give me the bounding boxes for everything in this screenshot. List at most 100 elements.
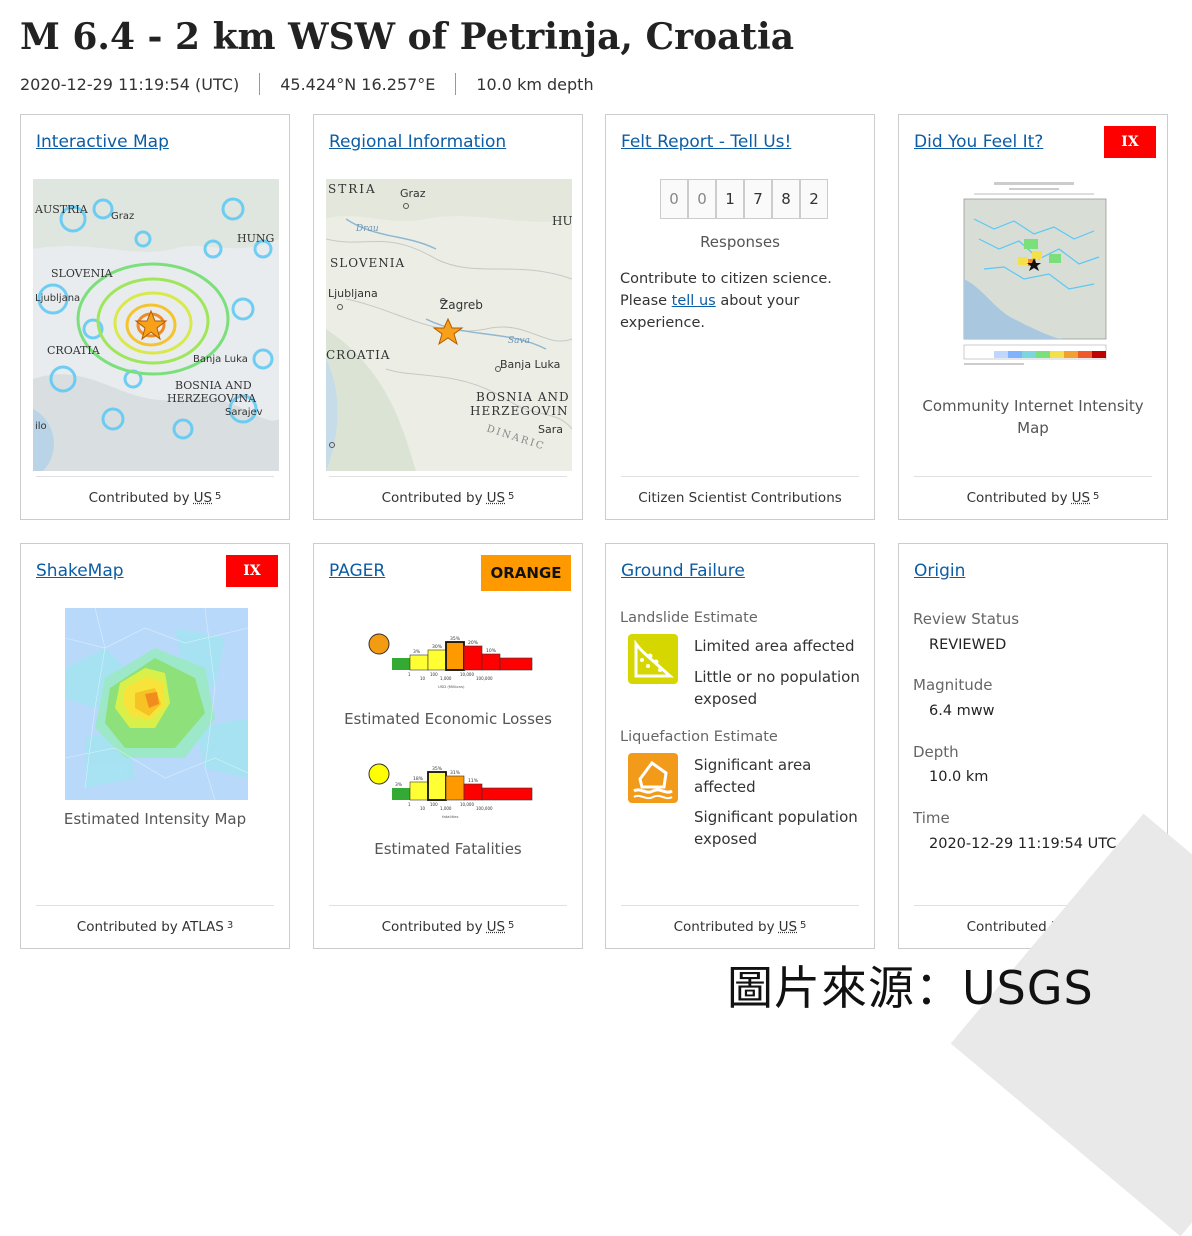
footer-text: Contributed by	[88, 490, 190, 506]
svg-text:1: 1	[408, 672, 411, 677]
page-title: M 6.4 - 2 km WSW of Petrinja, Croatia	[20, 16, 795, 58]
svg-text:CROATIA: CROATIA	[47, 344, 101, 357]
magnitude-value: 6.4 mww	[929, 703, 995, 719]
footer-source: US	[193, 490, 213, 506]
svg-text:31%: 31%	[450, 770, 461, 776]
responses-label: Responses	[700, 233, 780, 251]
footer-text: Contributed by	[966, 490, 1068, 506]
footer-text: Citizen Scientist Contributions	[638, 490, 842, 506]
counter-digit: 1	[716, 179, 744, 219]
footer-source: US	[778, 919, 798, 935]
ground-failure-card[interactable]: Ground Failure Landslide Estimate Limite…	[605, 543, 875, 949]
pager-link[interactable]: PAGER	[329, 561, 385, 581]
interactive-map-card[interactable]: Interactive Map AUSTRIA Graz HUNG SLOVEN…	[20, 114, 290, 520]
regional-map-thumbnail[interactable]: STRIA Graz Drau HU SLOVENIA Ljubljana Za…	[326, 179, 572, 471]
fatalities-histogram[interactable]: 3% 18% 35% 31% 11% 1 10 100 1,000 10,000 100,000 …	[364, 758, 534, 828]
origin-link[interactable]: Origin	[914, 561, 965, 581]
footer-count: 5	[508, 490, 515, 502]
economic-losses-caption: Estimated Economic Losses	[344, 710, 552, 728]
dyfi-map-thumbnail[interactable]	[954, 179, 1114, 379]
svg-text:USD (Millions): USD (Millions)	[438, 684, 465, 689]
footer-source: US	[1071, 490, 1091, 506]
felt-report-card[interactable]: Felt Report - Tell Us! 0 0 1 7 8 2 Respo…	[605, 114, 875, 520]
svg-text:Ljubljana: Ljubljana	[328, 287, 378, 300]
magnitude-label: Magnitude	[913, 676, 993, 694]
time-value: 2020-12-29 11:19:54 UTC	[929, 836, 1117, 852]
review-status-value: REVIEWED	[929, 637, 1007, 653]
svg-text:Banja Luka: Banja Luka	[500, 358, 560, 371]
event-datetime: 2020-12-29 11:19:54 (UTC)	[20, 74, 240, 94]
event-summary: 2020-12-29 11:19:54 (UTC) 45.424°N 16.25…	[20, 73, 594, 95]
dyfi-card[interactable]: Did You Feel It? IX Community Internet I…	[898, 114, 1168, 520]
footer-source: ATLAS	[181, 919, 224, 935]
interactive-map-thumbnail[interactable]: AUSTRIA Graz HUNG SLOVENIA Ljubljana CROAT…	[33, 179, 279, 471]
svg-text:18%: 18%	[413, 776, 424, 782]
liquefaction-icon	[628, 753, 678, 803]
card-footer: Contributed by US 5	[36, 476, 274, 519]
responses-counter: 0 0 1 7 8 2	[660, 179, 828, 219]
footer-count: 5	[800, 919, 807, 931]
intensity-badge: IX	[1104, 126, 1156, 158]
counter-digit: 2	[800, 179, 828, 219]
svg-text:BOSNIA AND: BOSNIA AND	[175, 379, 252, 392]
svg-text:Drau: Drau	[355, 224, 379, 234]
counter-digit: 0	[660, 179, 688, 219]
depth-label: Depth	[913, 743, 959, 761]
svg-text:100,000: 100,000	[476, 806, 493, 811]
svg-text:Sara: Sara	[538, 423, 563, 436]
footer-count: 5	[1093, 490, 1100, 502]
interactive-map-link[interactable]: Interactive Map	[36, 132, 169, 152]
dyfi-caption: Community Internet Intensity Map	[922, 397, 1144, 437]
footer-source: US	[486, 919, 506, 935]
svg-text:10,000: 10,000	[460, 672, 474, 677]
pager-card[interactable]: PAGER ORANGE 3% 30% 35% 20% 10% 1 10 100 1,000 1…	[313, 543, 583, 949]
felt-report-description: Contribute to citizen science. Please te…	[620, 268, 850, 334]
svg-text:10,000: 10,000	[460, 802, 474, 807]
tell-us-link[interactable]: tell us	[672, 293, 716, 309]
svg-text:1,000: 1,000	[440, 806, 452, 811]
footer-text: Contributed by	[76, 919, 178, 935]
footer-count: 5	[215, 490, 222, 502]
svg-text:10: 10	[420, 806, 426, 811]
shakemap-card[interactable]: ShakeMap IX Estimated Intensity Map Cont…	[20, 543, 290, 949]
svg-text:3%: 3%	[395, 782, 403, 788]
landslide-icon	[628, 634, 678, 684]
depth-value: 10.0 km	[929, 769, 989, 785]
svg-text:ilo: ilo	[35, 421, 47, 432]
footer-count: 5	[508, 919, 515, 931]
svg-text:Banja Luka: Banja Luka	[193, 354, 248, 365]
felt-report-link[interactable]: Felt Report - Tell Us!	[621, 132, 791, 152]
svg-text:fatalities: fatalities	[442, 814, 458, 819]
svg-text:Graz: Graz	[111, 211, 134, 222]
divider	[259, 73, 261, 95]
economic-losses-histogram[interactable]: 3% 30% 35% 20% 10% 1 10 100 1,000 10,000 100,000 …	[364, 628, 534, 698]
footer-count: 3	[226, 919, 234, 931]
card-footer: Contributed by US 5	[329, 905, 567, 948]
ground-failure-link[interactable]: Ground Failure	[621, 561, 745, 581]
regional-information-card[interactable]: Regional Information STRIA Graz Drau HU …	[313, 114, 583, 520]
time-label: Time	[913, 809, 950, 827]
svg-text:35%: 35%	[450, 636, 461, 642]
svg-text:Ljubljana: Ljubljana	[35, 293, 80, 304]
footer-source: US	[486, 490, 506, 506]
svg-text:10%: 10%	[486, 648, 497, 654]
svg-text:100: 100	[430, 672, 438, 677]
shakemap-thumbnail[interactable]	[64, 607, 249, 801]
card-footer: Citizen Scientist Contributions	[621, 476, 859, 519]
counter-digit: 8	[772, 179, 800, 219]
regional-information-link[interactable]: Regional Information	[329, 132, 506, 152]
svg-text:100,000: 100,000	[476, 676, 493, 681]
card-footer: Contributed by US 5	[329, 476, 567, 519]
svg-text:HUNG: HUNG	[237, 232, 274, 245]
fatalities-caption: Estimated Fatalities	[374, 840, 522, 858]
event-depth: 10.0 km depth	[476, 74, 594, 94]
dyfi-link[interactable]: Did You Feel It?	[914, 132, 1043, 152]
svg-text:35%: 35%	[432, 766, 443, 772]
shakemap-link[interactable]: ShakeMap	[36, 561, 124, 581]
svg-text:STRIA: STRIA	[328, 182, 377, 196]
landslide-estimate-label: Landslide Estimate	[620, 610, 758, 626]
liquefaction-area: Significant area affected	[694, 756, 812, 796]
svg-text:SLOVENIA: SLOVENIA	[330, 256, 405, 270]
svg-text:BOSNIA AND: BOSNIA AND	[476, 390, 570, 404]
image-source-watermark: 圖片來源：USGS	[727, 961, 1094, 1015]
